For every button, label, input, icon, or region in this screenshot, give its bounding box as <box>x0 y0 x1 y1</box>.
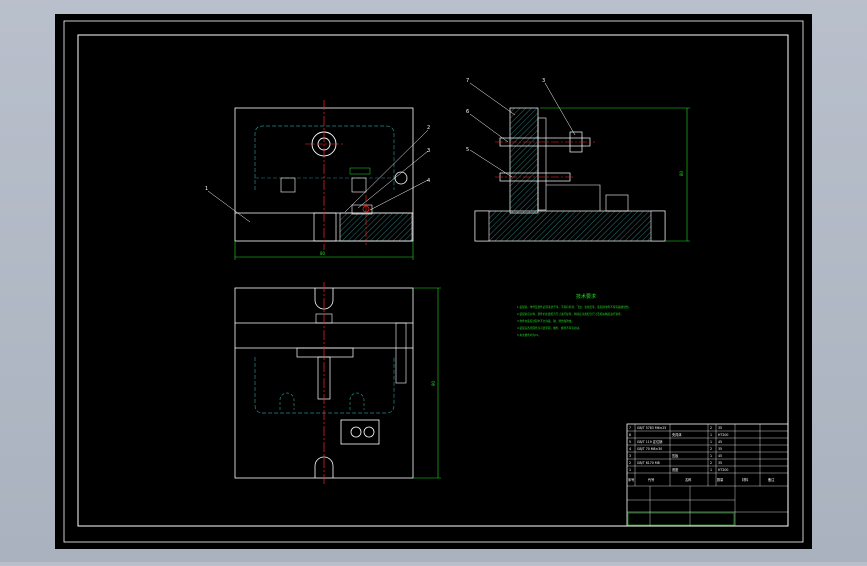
side-base-slot-right <box>650 210 666 242</box>
balloon-side-7: 7 <box>466 78 469 84</box>
balloon-front-2: 2 <box>427 125 430 131</box>
bom-r4-code: GB/T 70 M8×30 <box>637 447 662 451</box>
bom-r6-qty: 2 <box>710 461 712 465</box>
bom-r2-mat: HT200 <box>718 433 728 437</box>
bom-r1-mat: 35 <box>718 426 722 430</box>
bom-r5-qty: 1 <box>710 454 712 458</box>
bom-r5-no: 3 <box>629 454 631 458</box>
tech-req-line-1: 1.装配前，零件及部件必须清洗干净，不得有毛刺、飞边、氧化皮等，装配前零件不得有… <box>517 305 631 309</box>
bom-r4-mat: 35 <box>718 447 722 451</box>
side-base-slot-left <box>474 210 490 242</box>
front-hatched-block <box>339 212 413 242</box>
bom-r7-code: 底座 <box>672 467 679 472</box>
bom-r3-code: GB/T 119 定位销 <box>637 439 663 444</box>
bom-r2-no: 6 <box>629 433 631 437</box>
bom-r6-mat: 35 <box>718 461 722 465</box>
balloon-side-3: 3 <box>542 78 545 84</box>
side-column <box>509 107 539 214</box>
bom-h-code: 代号 <box>648 477 654 482</box>
bom-r3-mat: 45 <box>718 440 722 444</box>
bom-r5-code: 压板 <box>672 453 679 458</box>
bom-r7-qty: 1 <box>710 468 712 472</box>
bom-r7-mat: HT200 <box>718 468 728 472</box>
bom-h-mat: 材料 <box>742 477 749 482</box>
bom-r4-qty: 2 <box>710 447 712 451</box>
bom-h-qty: 数量 <box>717 477 724 482</box>
bom-r6-code: GB/T 6170 M8 <box>637 461 660 465</box>
balloon-side-6: 6 <box>466 109 469 115</box>
balloon-front-3: 3 <box>427 148 430 154</box>
cad-viewport[interactable]: 80 1 2 3 4 80 7 6 5 3 90 技术要求 1.装配前，零件及部… <box>0 0 867 562</box>
tech-req-title: 技术要求 <box>576 293 596 300</box>
side-dim-text: 80 <box>679 170 684 176</box>
bom-r7-no: 1 <box>629 468 631 472</box>
side-base <box>474 210 666 242</box>
tech-req-line-5: 5.未注倒角均为C1。 <box>517 333 541 337</box>
tech-req-line-3: 3.零件在装配过程中不允许磕、碰、划伤和锈蚀。 <box>517 319 574 323</box>
bom-h-name: 名称 <box>685 477 692 482</box>
top-dim-text: 90 <box>431 380 436 386</box>
front-dim-text: 80 <box>320 251 326 256</box>
drawing-canvas: 80 1 2 3 4 80 7 6 5 3 90 技术要求 1.装配前，零件及部… <box>55 14 812 549</box>
bom-r4-no: 4 <box>629 447 631 451</box>
bom-h-no: 序号 <box>628 477 634 482</box>
balloon-front-1: 1 <box>205 186 208 192</box>
tech-req-line-2: 2.装配前应对零、部件的主要配合尺寸进行复查，特别是过盈配合尺寸及相关精度进行复… <box>517 312 623 316</box>
bom-r1-no: 7 <box>629 426 631 430</box>
bom-r1-code: GB/T 5783 M6×25 <box>637 426 666 430</box>
drawing-sheet <box>55 14 812 549</box>
bom-h-note: 备注 <box>768 477 775 482</box>
bom-r5-mat: 45 <box>718 454 722 458</box>
tech-req-line-4: 4.装配后各紧固件应可靠紧固，螺栓、螺母不得有松动。 <box>517 326 582 330</box>
bom-r1-qty: 2 <box>710 426 712 430</box>
bom-r3-qty: 1 <box>710 440 712 444</box>
bom-r2-qty: 1 <box>710 433 712 437</box>
bom-r3-no: 5 <box>629 440 631 444</box>
bom-r2-code: 夹具体 <box>672 432 682 437</box>
bom-r6-no: 2 <box>629 461 631 465</box>
balloon-front-4: 4 <box>427 178 430 184</box>
balloon-side-5: 5 <box>466 147 469 153</box>
